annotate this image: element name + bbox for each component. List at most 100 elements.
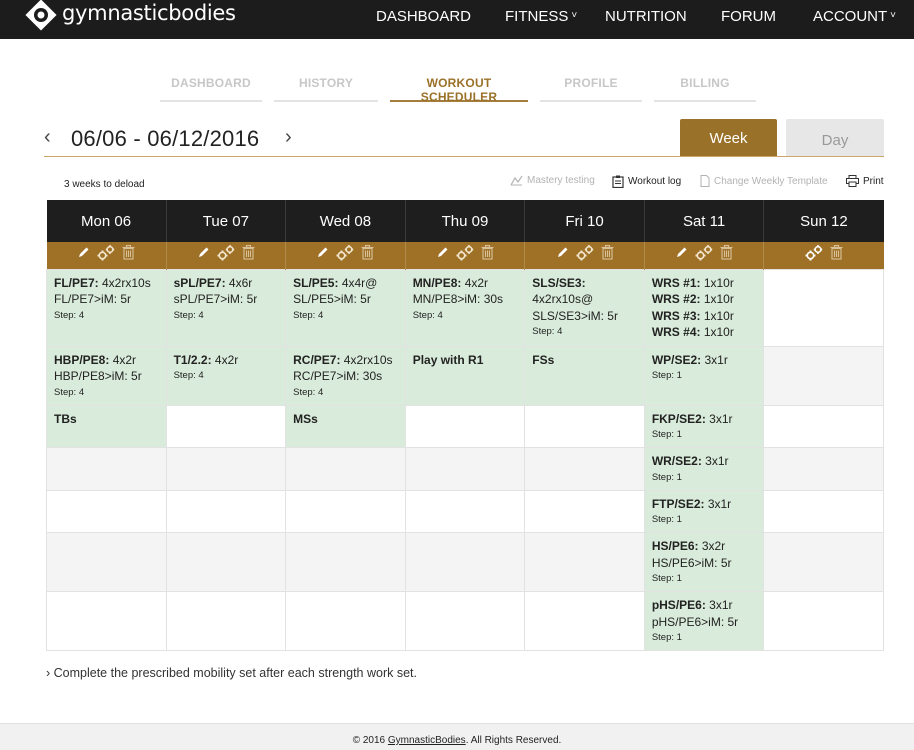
next-week-arrow[interactable]: › [285,126,292,149]
prev-week-arrow[interactable]: ‹ [44,126,51,149]
footer-brand-link[interactable]: GymnasticBodies [388,735,466,746]
trash-icon[interactable] [481,245,494,265]
mastery-testing-link[interactable]: Mastery testing [510,175,595,186]
gear-icon[interactable] [455,244,475,267]
exercise-line: 4x2rx10s@ [532,291,637,308]
nav-account[interactable]: ACCOUNT ˅ [813,0,896,32]
trash-icon[interactable] [122,245,135,265]
step-label: Step: 4 [412,309,443,321]
exercise-cell[interactable]: Play with R1 [404,345,526,406]
empty-cell [404,447,526,491]
exercise-cell[interactable]: RC/PE7: 4x2rx10s RC/PE7>iM: 30s Step: 4 [285,345,406,406]
exercise-line: RC/PE7: 4x2rx10s [293,352,398,369]
trash-icon[interactable] [242,245,255,265]
pencil-icon[interactable] [675,246,688,264]
tab-profile[interactable]: PROFILE [540,74,642,102]
exercise-name: WRS #4: [651,325,701,339]
exercise-cell[interactable]: T1/2.2: 4x2r Step: 4 [165,345,287,406]
exercise-cell[interactable]: WP/SE2: 3x1r Step: 1 [643,345,765,406]
exercise-name: WR/SE2: [651,454,702,468]
exercise-detail: 1x10r [700,308,734,323]
mastery-testing-label: Mastery testing [527,175,595,186]
mastery-icon [510,175,523,186]
pencil-icon[interactable] [436,246,449,264]
trash-icon[interactable] [720,245,733,265]
empty-cell [404,489,526,533]
exercise-line: WRS #2: 1x10r [652,291,757,308]
exercise-line: Play with R1 [413,352,518,369]
exercise-line: MN/PE8>iM: 30s [413,291,518,308]
exercise-cell[interactable]: FSs [524,345,645,406]
day-header: Mon 06 [46,200,167,242]
gear-icon[interactable] [96,244,116,267]
schedule-row: TBs MSs FKP/SE2: 3x1r Step: 1 [46,404,884,448]
exercise-line: HS/PE6: 3x2r [652,538,757,555]
exercise-cell[interactable]: TBs [46,404,167,448]
exercise-cell[interactable]: HBP/PE8: 4x2r HBP/PE8>iM: 5r Step: 4 [46,345,167,406]
exercise-line: FKP/SE2: 3x1r [652,411,757,428]
pencil-icon[interactable] [316,246,329,264]
exercise-detail: 4x6r [225,275,253,290]
exercise-detail: 4x2r [461,275,489,290]
step-label: Step: 4 [54,309,85,321]
day-header: Wed 08 [285,200,406,242]
nav-forum[interactable]: FORUM [721,0,776,32]
exercise-cell[interactable]: FKP/SE2: 3x1r Step: 1 [643,404,765,448]
deload-counter: 3 weeks to deload [64,179,145,190]
exercise-cell[interactable]: SL/PE5: 4x4r@ SL/PE5>iM: 5r Step: 4 [285,268,406,347]
gear-icon[interactable] [694,244,714,267]
change-template-link[interactable]: Change Weekly Template [700,175,828,187]
trash-icon[interactable] [601,245,614,265]
pencil-icon[interactable] [197,246,210,264]
brand-mark-icon [24,0,58,32]
empty-cell [165,532,287,592]
footer-suffix: . All Rights Reserved. [465,735,562,746]
exercise-cell[interactable]: FL/PE7: 4x2rx10s FL/PE7>iM: 5r Step: 4 [46,268,167,347]
step-label: Step: 4 [532,326,563,337]
exercise-cell[interactable]: WRS #1: 1x10r WRS #2: 1x10r WRS #3: 1x10r W… [643,268,765,347]
tab-workout-scheduler[interactable]: WORKOUT SCHEDULER [390,74,528,104]
exercise-line: WP/SE2: 3x1r [652,352,757,369]
exercise-cell[interactable]: MSs [285,404,406,448]
exercise-line: SL/PE5: 4x4r@ [293,275,398,292]
tab-history[interactable]: HISTORY [274,74,378,102]
day-view-button[interactable]: Day [786,119,884,156]
exercise-detail: 3x1r [701,352,728,367]
empty-cell [285,489,406,533]
exercise-line: SLS/SE3: [532,275,637,292]
brand-logo[interactable]: gymnasticbodies [24,0,236,32]
print-link[interactable]: Print [846,175,884,187]
nav-nutrition[interactable]: NUTRITION [605,0,687,32]
trash-icon[interactable] [361,245,374,265]
exercise-line: FSs [532,352,637,369]
trash-icon[interactable] [830,245,843,265]
tab-billing[interactable]: BILLING [654,74,756,102]
exercise-detail: 4x2rx10s@ [532,292,594,306]
pencil-icon[interactable] [77,246,90,264]
week-view-button[interactable]: Week [680,119,777,156]
gear-icon[interactable] [804,244,824,267]
exercise-cell[interactable]: WR/SE2: 3x1r Step: 1 [643,447,765,491]
exercise-detail: 1x10r [700,275,734,290]
day-header: Sat 11 [644,200,765,242]
exercise-cell[interactable]: FTP/SE2: 3x1r Step: 1 [643,489,765,533]
tab-dashboard[interactable]: DASHBOARD [160,74,262,102]
nav-fitness[interactable]: FITNESS ˅ [505,0,577,32]
nav-dashboard[interactable]: DASHBOARD [376,0,471,32]
day-actions-cell [644,242,765,269]
gear-icon[interactable] [575,244,595,267]
gear-icon[interactable] [335,244,355,267]
exercise-cell[interactable]: sPL/PE7: 4x6r sPL/PE7>iM: 5r Step: 4 [165,268,287,347]
workout-log-label: Workout log [628,176,682,187]
printer-icon [846,175,859,187]
exercise-cell[interactable]: pHS/PE6: 3x1r pHS/PE6>iM: 5r Step: 1 [643,591,765,651]
exercise-cell[interactable]: MN/PE8: 4x2r MN/PE8>iM: 30s Step: 4 [404,268,526,347]
step-label: Step: 4 [54,386,85,398]
workout-log-link[interactable]: Workout log [612,175,681,188]
pencil-icon[interactable] [556,246,569,264]
gear-icon[interactable] [216,244,236,267]
exercise-cell[interactable]: SLS/SE3: 4x2rx10s@ SLS/SE3>iM: 5r Step: 4 [524,268,645,347]
day-header: Tue 07 [166,200,287,242]
exercise-cell[interactable]: HS/PE6: 3x2r HS/PE6>iM: 5r Step: 1 [643,532,765,592]
top-navbar: gymnasticbodies DASHBOARD FITNESS ˅ NUTRI… [0,0,914,39]
